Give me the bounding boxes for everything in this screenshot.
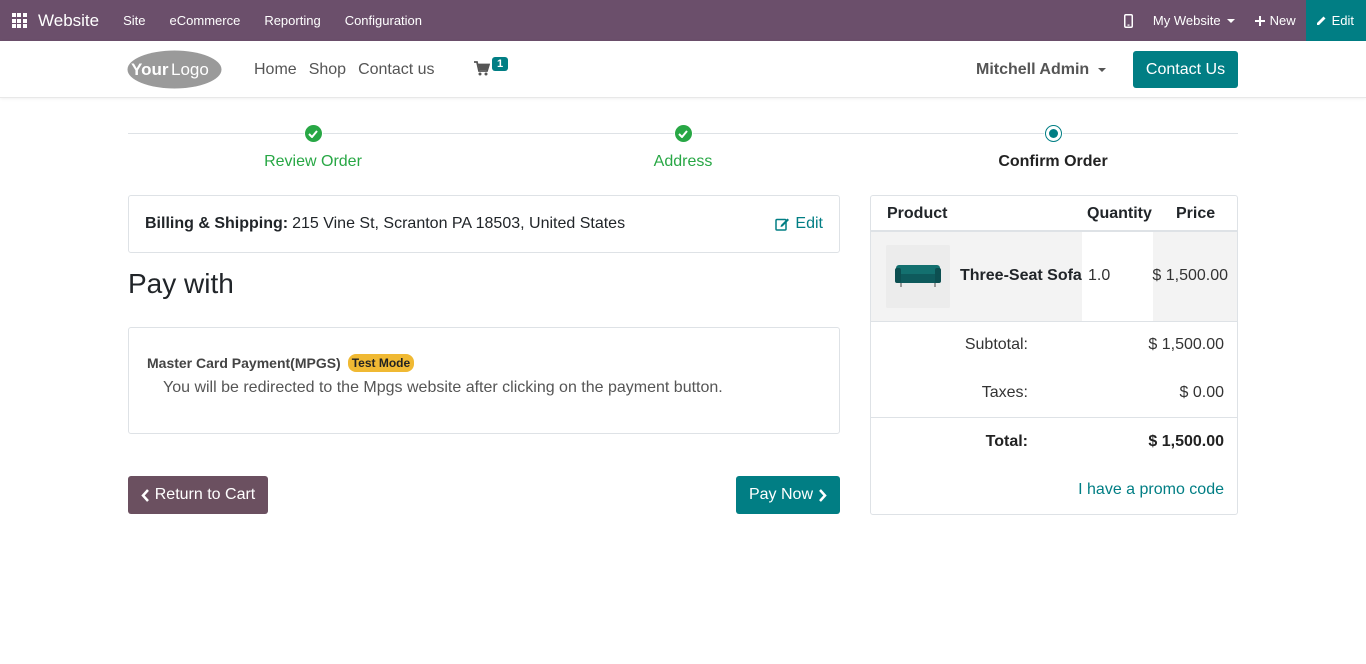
return-to-cart-label: Return to Cart (154, 486, 256, 503)
new-button[interactable]: New (1245, 0, 1306, 41)
chevron-left-icon (141, 488, 149, 502)
test-mode-badge: Test Mode (347, 354, 415, 372)
website-selector[interactable]: My Website (1143, 0, 1245, 41)
promo-code-link[interactable]: I have a promo code (1078, 481, 1224, 499)
table-row: Three-Seat Sofa 1.0 $ 1,500.00 (871, 232, 1237, 321)
product-quantity: 1.0 (1088, 267, 1111, 284)
apps-grid-icon (11, 13, 27, 28)
edit-address-label: Edit (795, 215, 823, 232)
return-to-cart-button[interactable]: Return to Cart (128, 476, 268, 514)
contact-us-button[interactable]: Contact Us (1133, 51, 1238, 88)
plus-icon (1254, 15, 1265, 26)
col-price: Price (1176, 205, 1216, 222)
nav-shop[interactable]: Shop (309, 61, 346, 79)
pay-with-heading: Pay with (128, 268, 234, 299)
menu-ecommerce[interactable]: eCommerce (158, 0, 253, 41)
col-quantity: Quantity (1087, 205, 1152, 222)
edit-address-link[interactable]: Edit (775, 196, 823, 252)
new-label: New (1269, 13, 1296, 28)
divider (871, 321, 1237, 322)
col-product: Product (887, 205, 948, 222)
site-header: Your Logo Home Shop Contact us 1 Mitchel… (0, 41, 1366, 98)
check-circle-icon (304, 125, 322, 142)
website-selector-label: My Website (1152, 13, 1221, 28)
svg-text:Your: Your (131, 60, 169, 79)
shopping-cart-icon (474, 61, 490, 76)
order-summary: Product Quantity Price Three-Seat Sofa 1… (870, 195, 1238, 515)
total-value: $ 1,500.00 (1148, 433, 1224, 450)
step-label: Review Order (264, 153, 362, 170)
svg-text:Logo: Logo (171, 60, 209, 79)
menu-configuration[interactable]: Configuration (333, 0, 434, 41)
user-menu[interactable]: Mitchell Admin (976, 41, 1107, 98)
mobile-preview-button[interactable] (1114, 0, 1143, 41)
billing-label: Billing & Shipping: (145, 215, 289, 232)
step-confirm-order: Confirm Order (868, 124, 1238, 171)
billing-shipping-card: Billing & Shipping: 215 Vine St, Scranto… (128, 195, 840, 253)
menu-site[interactable]: Site (111, 0, 157, 41)
pay-now-button[interactable]: Pay Now (736, 476, 840, 514)
subtotal-label: Subtotal: (964, 336, 1028, 353)
product-image (886, 245, 950, 308)
edit-label: Edit (1331, 13, 1354, 28)
main-nav: Home Shop Contact us (254, 41, 447, 98)
app-brand[interactable]: Website (38, 11, 99, 31)
pay-now-label: Pay Now (748, 486, 814, 503)
your-logo[interactable]: Your Logo (127, 50, 222, 89)
summary-header: Product Quantity Price (871, 196, 1237, 232)
chevron-right-icon (819, 488, 827, 502)
divider (871, 417, 1237, 418)
taxes-value: $ 0.00 (1179, 384, 1224, 401)
step-label: Address (653, 153, 713, 170)
step-review-order[interactable]: Review Order (128, 124, 498, 171)
menu-reporting[interactable]: Reporting (252, 0, 332, 41)
mobile-icon (1123, 13, 1133, 28)
step-label: Confirm Order (998, 153, 1108, 170)
payment-method-name: Master Card Payment(MPGS) (147, 355, 341, 371)
edit-icon (775, 218, 790, 231)
subtotal-value: $ 1,500.00 (1148, 336, 1224, 353)
check-circle-icon (674, 125, 692, 142)
current-step-icon (1044, 125, 1062, 142)
apps-menu-button[interactable] (0, 0, 38, 41)
pencil-icon (1316, 16, 1326, 25)
product-price: $ 1,500.00 (1152, 267, 1228, 284)
user-name: Mitchell Admin (976, 60, 1090, 78)
nav-home[interactable]: Home (254, 61, 297, 79)
edit-button[interactable]: Edit (1305, 0, 1366, 41)
admin-bar: Website Site eCommerce Reporting Configu… (0, 0, 1366, 41)
product-name[interactable]: Three-Seat Sofa (960, 267, 1082, 285)
step-address[interactable]: Address (498, 124, 868, 171)
payment-method-description: You will be redirected to the Mpgs websi… (163, 379, 723, 396)
cart-count-badge: 1 (492, 57, 509, 71)
cart-link[interactable]: 1 (474, 56, 509, 76)
total-label: Total: (985, 433, 1028, 450)
nav-contact-us[interactable]: Contact us (358, 61, 434, 79)
taxes-label: Taxes: (981, 384, 1028, 401)
payment-method-card[interactable]: Master Card Payment(MPGS) Test Mode You … (128, 327, 840, 434)
billing-address: 215 Vine St, Scranton PA 18503, United S… (292, 215, 626, 232)
caret-down-icon (1098, 67, 1107, 72)
caret-down-icon (1226, 18, 1235, 23)
